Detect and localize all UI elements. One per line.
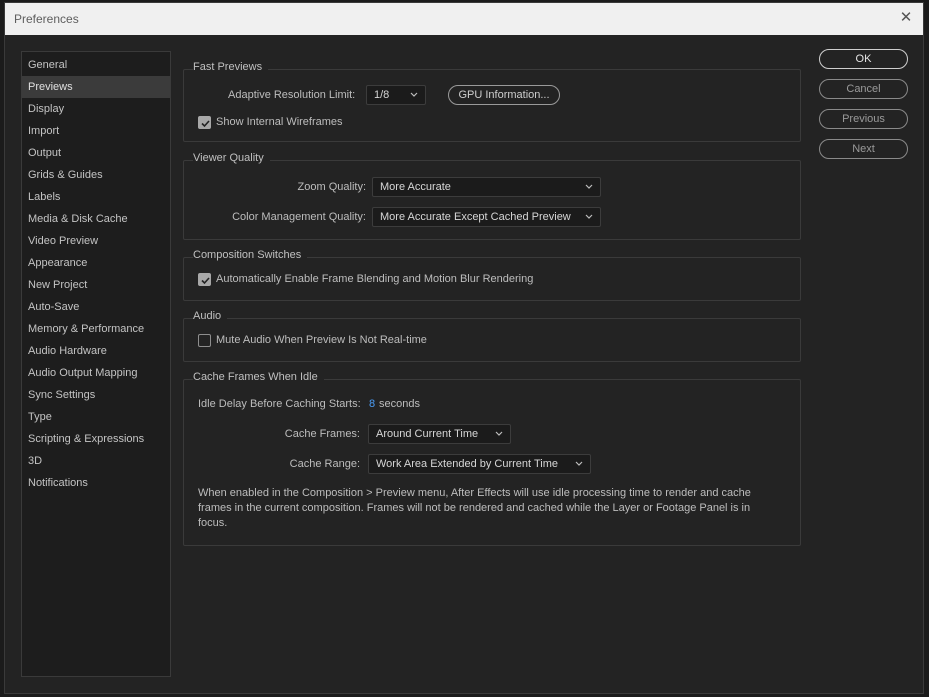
- ok-button[interactable]: OK: [819, 49, 908, 69]
- sidebar-item-new-project[interactable]: New Project: [22, 274, 170, 296]
- zoom-quality-label: Zoom Quality:: [297, 181, 366, 193]
- sidebar-item-sync-settings[interactable]: Sync Settings: [22, 384, 170, 406]
- show-wireframes-checkbox[interactable]: [198, 116, 211, 129]
- cache-range-dropdown[interactable]: Work Area Extended by Current Time: [368, 454, 591, 474]
- cache-frames-group: Cache Frames When Idle Idle Delay Before…: [183, 371, 801, 546]
- cache-frames-label: Cache Frames:: [284, 428, 360, 440]
- color-management-quality-label: Color Management Quality:: [232, 211, 366, 223]
- sidebar-item-notifications[interactable]: Notifications: [22, 472, 170, 494]
- cancel-button[interactable]: Cancel: [819, 79, 908, 99]
- mute-audio-checkbox[interactable]: [198, 334, 211, 347]
- cache-frames-description: When enabled in the Composition > Previe…: [198, 487, 751, 529]
- sidebar-item-labels[interactable]: Labels: [22, 186, 170, 208]
- cache-range-label: Cache Range:: [289, 458, 360, 470]
- mute-audio-label: Mute Audio When Preview Is Not Real-time: [216, 334, 427, 346]
- color-management-quality-dropdown[interactable]: More Accurate Except Cached Preview: [372, 207, 601, 227]
- sidebar-item-previews[interactable]: Previews: [22, 76, 170, 98]
- sidebar-item-type[interactable]: Type: [22, 406, 170, 428]
- sidebar-item-scripting-and-expressions[interactable]: Scripting & Expressions: [22, 428, 170, 450]
- sidebar-item-media-and-disk-cache[interactable]: Media & Disk Cache: [22, 208, 170, 230]
- cache-frames-value: Around Current Time: [376, 428, 479, 440]
- sidebar-item-display[interactable]: Display: [22, 98, 170, 120]
- zoom-quality-dropdown[interactable]: More Accurate: [372, 177, 601, 197]
- composition-switches-group: Composition Switches Automatically Enabl…: [183, 249, 801, 301]
- audio-title: Audio: [193, 310, 228, 322]
- window-title: Preferences: [14, 12, 79, 26]
- checkmark-icon: [201, 277, 210, 285]
- sidebar-item-auto-save[interactable]: Auto-Save: [22, 296, 170, 318]
- sidebar-item-audio-output-mapping[interactable]: Audio Output Mapping: [22, 362, 170, 384]
- chevron-down-icon: [410, 92, 418, 97]
- idle-delay-label: Idle Delay Before Caching Starts:: [198, 398, 361, 410]
- gpu-information-button[interactable]: GPU Information...: [448, 85, 560, 105]
- preferences-category-list: General Previews Display Import Output Grids …: [21, 51, 171, 677]
- checkmark-icon: [201, 120, 210, 128]
- previous-button[interactable]: Previous: [819, 109, 908, 129]
- sidebar-item-appearance[interactable]: Appearance: [22, 252, 170, 274]
- adaptive-resolution-dropdown[interactable]: 1/8: [366, 85, 426, 105]
- audio-group: Audio Mute Audio When Preview Is Not Rea…: [183, 310, 801, 362]
- composition-switches-title: Composition Switches: [193, 249, 308, 261]
- fast-previews-group: Fast Previews Adaptive Resolution Limit:…: [183, 61, 801, 142]
- color-management-quality-value: More Accurate Except Cached Preview: [380, 211, 571, 223]
- zoom-quality-value: More Accurate: [380, 181, 451, 193]
- preferences-dialog: Preferences ✕ General Previews Display Impo…: [4, 2, 924, 694]
- adaptive-resolution-value: 1/8: [374, 89, 390, 101]
- chevron-down-icon: [575, 461, 583, 466]
- sidebar-item-memory-and-performance[interactable]: Memory & Performance: [22, 318, 170, 340]
- idle-delay-unit: seconds: [379, 398, 420, 410]
- sidebar-item-grids-and-guides[interactable]: Grids & Guides: [22, 164, 170, 186]
- sidebar-item-video-preview[interactable]: Video Preview: [22, 230, 170, 252]
- sidebar-item-output[interactable]: Output: [22, 142, 170, 164]
- idle-delay-value[interactable]: 8: [369, 398, 375, 410]
- chevron-down-icon: [585, 184, 593, 189]
- sidebar-item-audio-hardware[interactable]: Audio Hardware: [22, 340, 170, 362]
- chevron-down-icon: [585, 214, 593, 219]
- cache-frames-title: Cache Frames When Idle: [193, 371, 324, 383]
- show-wireframes-label: Show Internal Wireframes: [216, 116, 343, 128]
- viewer-quality-group: Viewer Quality Zoom Quality: More Accura…: [183, 152, 801, 240]
- title-bar: Preferences ✕: [5, 3, 923, 35]
- cache-frames-dropdown[interactable]: Around Current Time: [368, 424, 511, 444]
- frame-blending-checkbox[interactable]: [198, 273, 211, 286]
- fast-previews-title: Fast Previews: [193, 61, 269, 73]
- viewer-quality-title: Viewer Quality: [193, 152, 270, 164]
- close-icon[interactable]: ✕: [897, 9, 915, 27]
- frame-blending-label: Automatically Enable Frame Blending and …: [216, 273, 534, 285]
- adaptive-resolution-label: Adaptive Resolution Limit:: [228, 89, 356, 101]
- sidebar-item-import[interactable]: Import: [22, 120, 170, 142]
- sidebar-item-general[interactable]: General: [22, 54, 170, 76]
- sidebar-item-3d[interactable]: 3D: [22, 450, 170, 472]
- cache-range-value: Work Area Extended by Current Time: [376, 458, 558, 470]
- next-button[interactable]: Next: [819, 139, 908, 159]
- chevron-down-icon: [495, 431, 503, 436]
